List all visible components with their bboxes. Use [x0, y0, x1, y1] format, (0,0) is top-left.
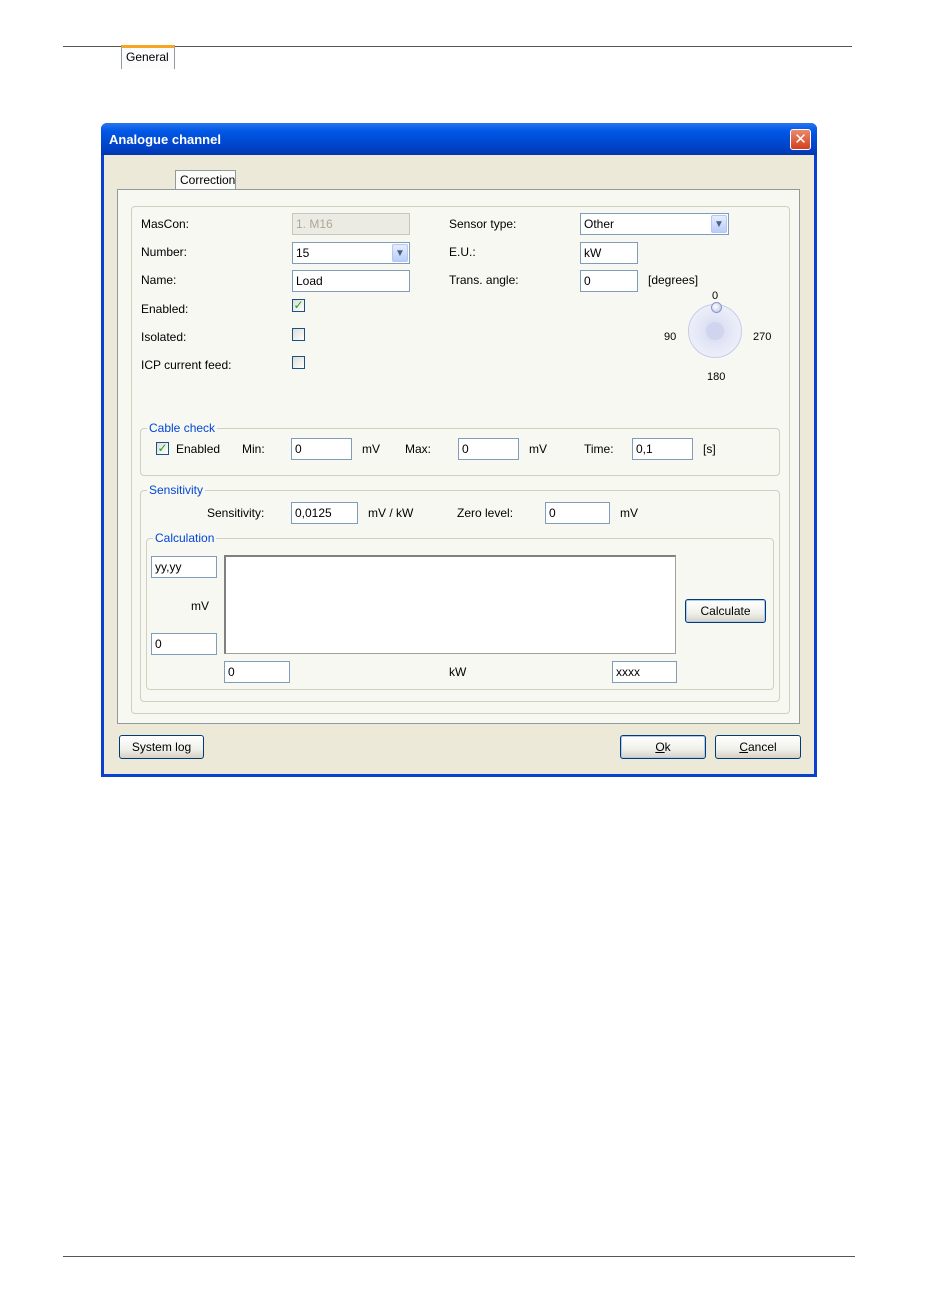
isolated-checkbox[interactable] — [292, 328, 305, 341]
title-bar[interactable]: Analogue channel ✕ — [101, 123, 817, 155]
number-select-value: 15 — [296, 246, 310, 260]
zero-level-field[interactable]: 0 — [545, 502, 610, 524]
trans-angle-unit: [degrees] — [648, 273, 699, 287]
footer-rule — [63, 1256, 855, 1257]
calc-x-unit: kW — [449, 665, 467, 679]
sensor-type-label: Sensor type: — [449, 217, 517, 231]
sensitivity-legend: Sensitivity — [147, 483, 206, 497]
calculation-legend: Calculation — [153, 531, 217, 545]
cable-min-field[interactable]: 0 — [291, 438, 352, 460]
ok-button-label: Ok — [655, 740, 671, 754]
icp-current-feed-checkbox[interactable] — [292, 356, 305, 369]
zero-level-label: Zero level: — [457, 506, 514, 520]
sensor-type-value: Other — [584, 217, 615, 231]
calc-x-right-field[interactable]: xxxx — [612, 661, 677, 683]
enabled-checkbox[interactable]: ✓ — [292, 299, 305, 312]
chevron-down-icon[interactable]: ▼ — [392, 244, 408, 262]
trans-angle-label: Trans. angle: — [449, 273, 519, 287]
header-rule — [63, 46, 852, 47]
calculate-button[interactable]: Calculate — [685, 599, 766, 623]
system-log-button[interactable]: System log — [119, 735, 204, 759]
number-label: Number: — [141, 245, 188, 259]
dial-label-right: 270 — [753, 331, 772, 343]
eu-field[interactable]: kW — [580, 242, 638, 264]
mascon-label: MasCon: — [141, 217, 190, 231]
calibration-plot-area — [224, 555, 676, 654]
chevron-down-icon[interactable]: ▼ — [711, 215, 727, 233]
cable-time-field[interactable]: 0,1 — [632, 438, 693, 460]
enabled-label: Enabled: — [141, 302, 189, 316]
calc-x-left-field[interactable]: 0 — [224, 661, 290, 683]
calc-y-unit: mV — [191, 599, 209, 613]
isolated-label: Isolated: — [141, 330, 187, 344]
cable-check-enabled-label: Enabled — [176, 442, 221, 456]
cable-check-enabled-checkbox[interactable]: ✓ — [156, 442, 169, 455]
cancel-button[interactable]: Cancel — [715, 735, 801, 759]
calc-y-top-field[interactable]: yy,yy — [151, 556, 217, 578]
tab-correction[interactable]: Correction — [175, 170, 236, 190]
window-title: Analogue channel — [109, 132, 221, 147]
name-label: Name: — [141, 273, 177, 287]
check-icon: ✓ — [293, 298, 304, 312]
cable-max-unit: mV — [529, 442, 547, 456]
icp-current-feed-label: ICP current feed: — [141, 358, 232, 372]
close-button[interactable]: ✕ — [790, 129, 811, 150]
zero-level-unit: mV — [620, 506, 638, 520]
dial-center — [706, 322, 724, 340]
mascon-field: 1. M16 — [292, 213, 410, 235]
tab-general[interactable]: General — [121, 45, 175, 69]
cancel-button-label: Cancel — [739, 740, 777, 754]
sensitivity-label: Sensitivity: — [207, 506, 265, 520]
tab-general-label: General — [126, 50, 169, 64]
close-icon: ✕ — [794, 131, 807, 148]
sensor-type-select[interactable]: Other ▼ — [580, 213, 729, 235]
cable-time-unit: [s] — [703, 442, 716, 456]
ok-button[interactable]: Ok — [620, 735, 706, 759]
dial-label-bottom: 180 — [707, 371, 726, 383]
dial-label-top: 0 — [712, 290, 719, 302]
eu-label: E.U.: — [449, 245, 476, 259]
check-icon: ✓ — [157, 441, 168, 455]
cable-min-label: Min: — [242, 442, 265, 456]
dial-label-left: 90 — [664, 331, 677, 343]
calc-y-bottom-field[interactable]: 0 — [151, 633, 217, 655]
name-field[interactable]: Load — [292, 270, 410, 292]
cable-min-unit: mV — [362, 442, 380, 456]
trans-angle-field[interactable]: 0 — [580, 270, 638, 292]
cable-max-label: Max: — [405, 442, 432, 456]
tab-correction-label: Correction — [180, 173, 236, 187]
cable-time-label: Time: — [584, 442, 614, 456]
number-select[interactable]: 15 ▼ — [292, 242, 410, 264]
sensitivity-field[interactable]: 0,0125 — [291, 502, 358, 524]
cable-check-legend: Cable check — [147, 421, 218, 435]
sensitivity-unit: mV / kW — [368, 506, 414, 520]
cable-max-field[interactable]: 0 — [458, 438, 519, 460]
